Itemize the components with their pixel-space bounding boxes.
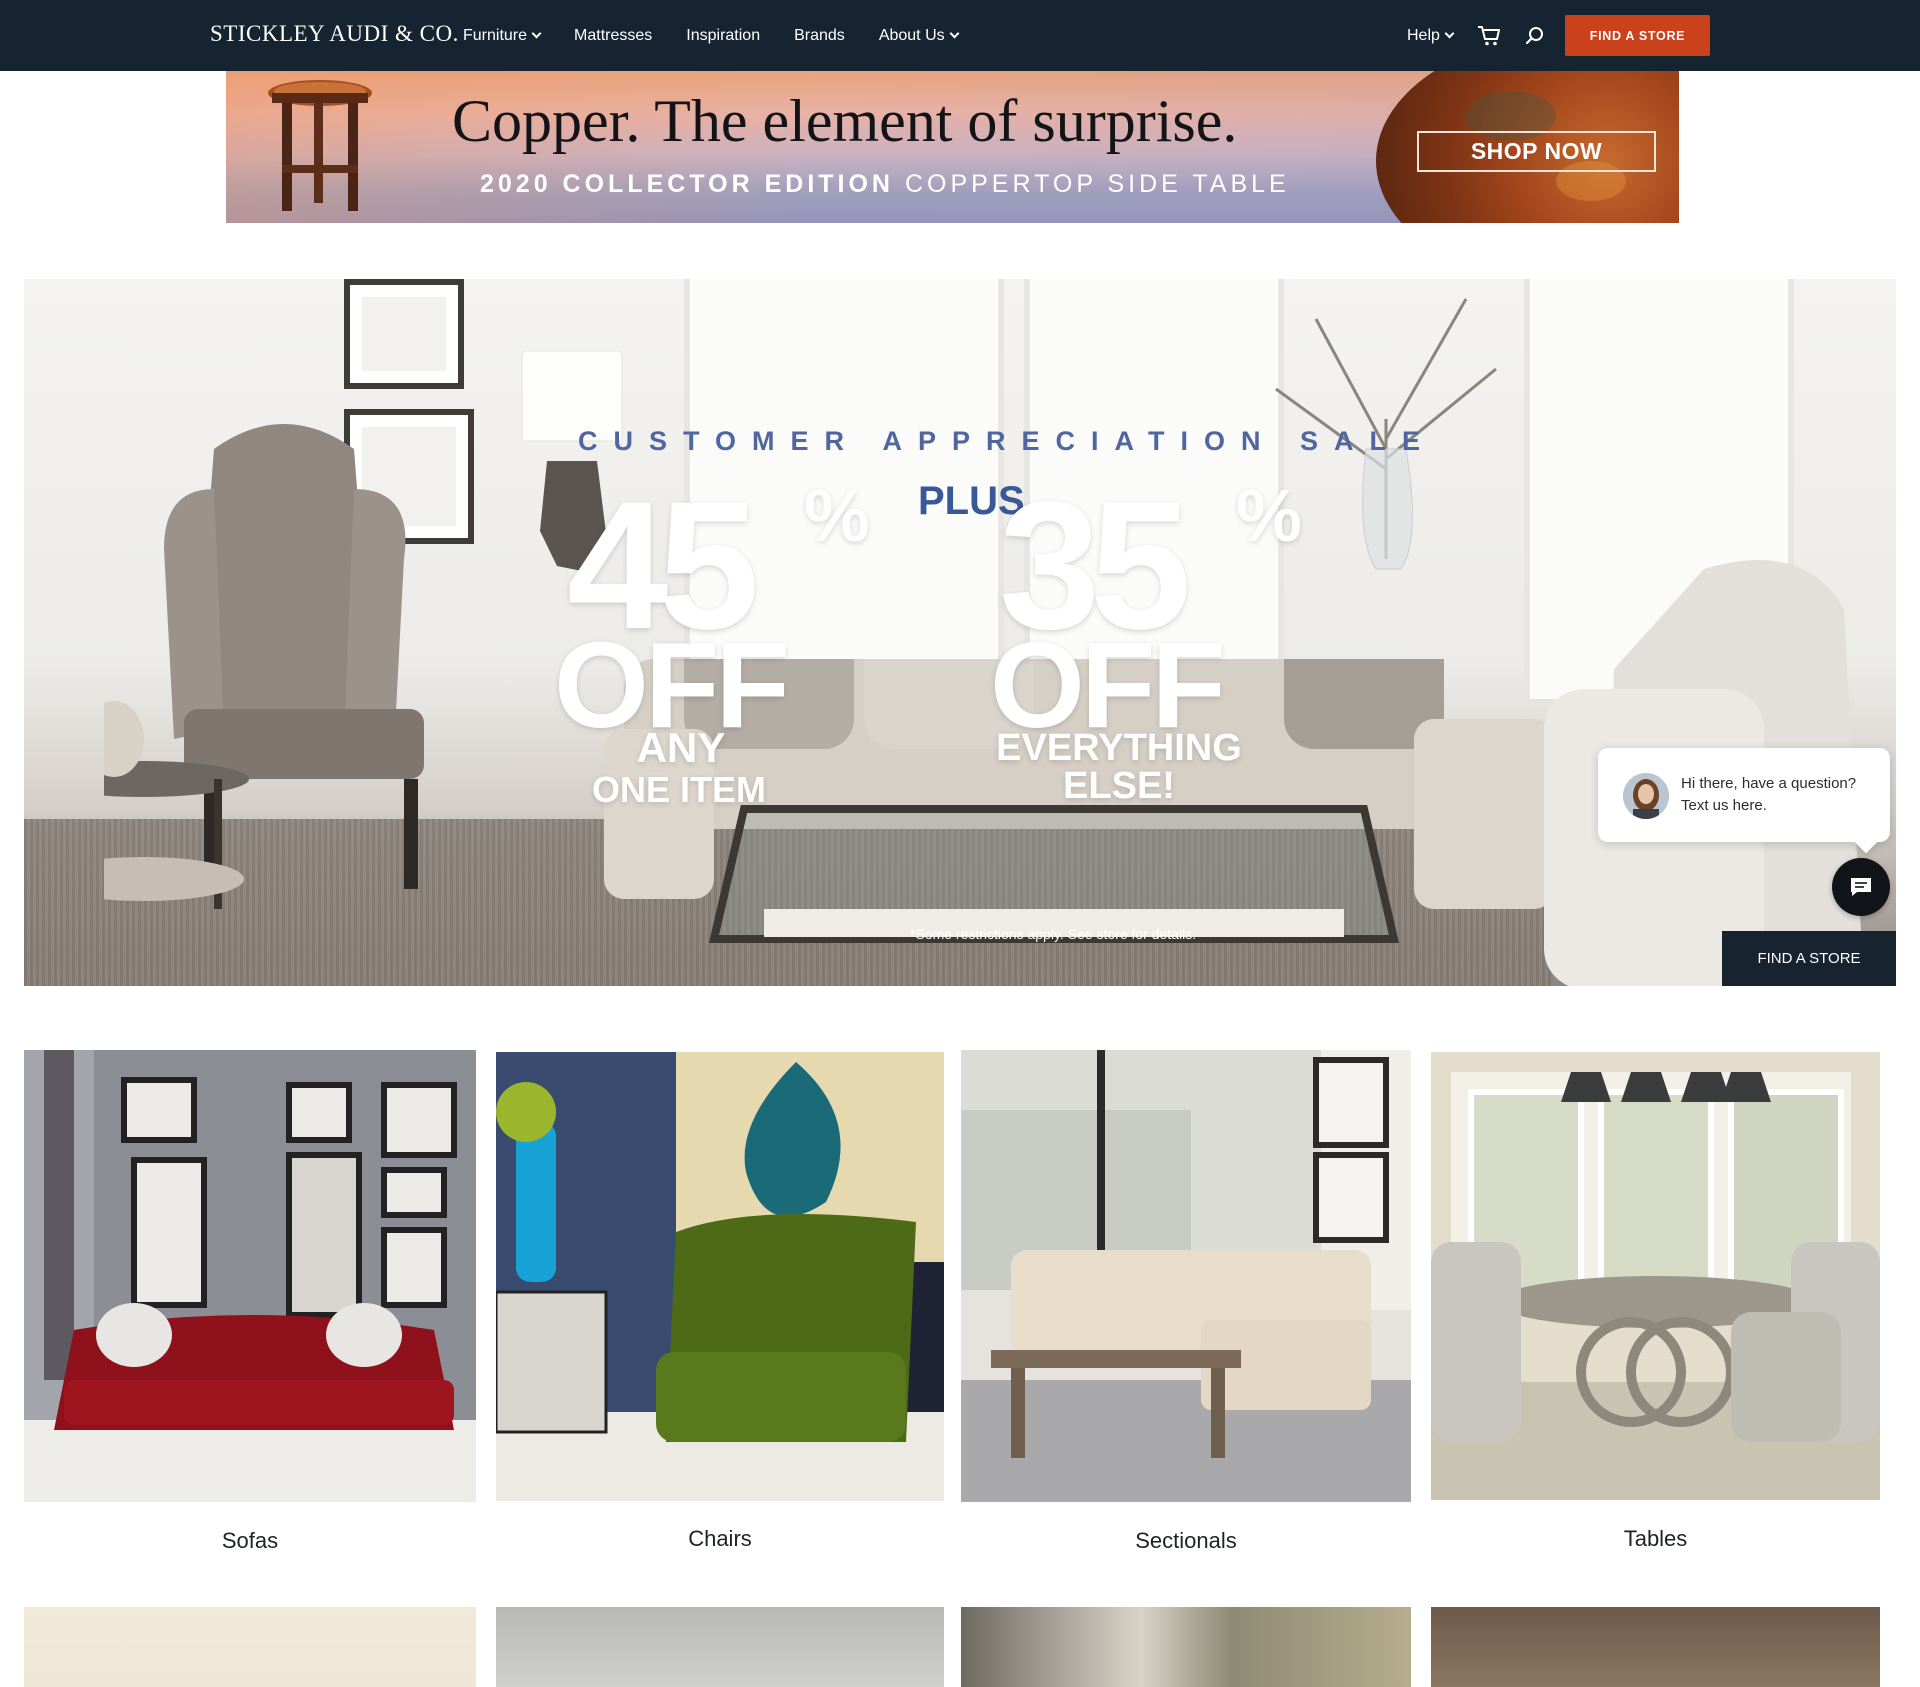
category-image-sectionals <box>961 1050 1411 1502</box>
chat-icon <box>1851 878 1871 896</box>
offer2-line2: ELSE! <box>1063 765 1175 807</box>
category-label: Sofas <box>221 1528 279 1553</box>
category-image-sofas <box>24 1050 476 1502</box>
hero-find-a-store-button[interactable]: FIND A STORE <box>1722 931 1896 986</box>
offer2-line1: EVERYTHING <box>996 727 1242 769</box>
find-a-store-button[interactable]: FIND A STORE <box>1565 15 1710 56</box>
framed-art <box>344 279 464 389</box>
nav-item-furniture[interactable]: Furniture <box>463 26 542 45</box>
offer1-line1: ANY <box>636 724 726 771</box>
category-card-partial[interactable] <box>496 1607 944 1687</box>
top-navigation-bar: STICKLEY AUDI & CO. Furniture Mattresses… <box>0 0 1920 71</box>
search-icon[interactable] <box>1523 24 1547 48</box>
chevron-down-icon <box>1444 28 1455 39</box>
promo-headline: Copper. The element of surprise. <box>452 88 1238 154</box>
nav-item-label: About Us <box>878 26 945 44</box>
nav-item-mattresses[interactable]: Mattresses <box>574 27 652 45</box>
category-label: Chairs <box>688 1526 752 1551</box>
cart-icon[interactable] <box>1477 24 1501 48</box>
category-card-partial[interactable] <box>24 1607 476 1687</box>
offer1-percent-symbol: % <box>804 474 870 557</box>
category-label: Tables <box>1623 1526 1688 1551</box>
nav-item-label: Furniture <box>463 26 528 44</box>
nav-utilities: Help <box>1407 0 1547 71</box>
nav-item-about-us[interactable]: About Us <box>878 26 960 45</box>
main-menu: Furniture Mattresses Inspiration Brands … <box>463 0 960 71</box>
category-card-sectionals[interactable]: Sectionals <box>961 1050 1411 1560</box>
help-menu[interactable]: Help <box>1407 26 1455 45</box>
offer2-percent-symbol: % <box>1236 474 1302 557</box>
hero-sale-banner[interactable]: CUSTOMER APPRECIATION SALE PLUS 45 % OFF… <box>24 279 1896 986</box>
category-image-tables <box>1431 1052 1880 1500</box>
chat-prompt-message: Hi there, have a question? Text us here. <box>1681 775 1857 814</box>
chat-prompt-bubble[interactable]: Hi there, have a question? Text us here. <box>1598 748 1890 854</box>
category-card-partial[interactable] <box>1431 1607 1880 1687</box>
help-label: Help <box>1407 26 1440 44</box>
category-label: Sectionals <box>1135 1528 1237 1553</box>
promo-sub-bold: 2020 COLLECTOR EDITION <box>480 170 894 198</box>
category-card-partial[interactable] <box>961 1607 1411 1687</box>
sale-title: CUSTOMER APPRECIATION SALE <box>578 426 1437 456</box>
category-card-chairs[interactable]: Chairs <box>496 1050 944 1560</box>
sale-disclaimer: *Some restrictions apply. See store for … <box>910 926 1197 942</box>
category-card-sofas[interactable]: Sofas <box>24 1050 476 1560</box>
chevron-down-icon <box>531 28 542 39</box>
promo-subheadline: 2020 COLLECTOR EDITION COPPERTOP SIDE TA… <box>480 170 1290 199</box>
chat-launcher-button[interactable] <box>1832 858 1890 916</box>
category-image-chairs <box>496 1052 944 1501</box>
side-table-image <box>268 80 372 211</box>
site-logo[interactable]: STICKLEY AUDI & CO. <box>210 21 459 47</box>
nav-item-inspiration[interactable]: Inspiration <box>686 27 760 45</box>
nav-item-brands[interactable]: Brands <box>794 27 845 45</box>
wingback-chair <box>104 424 424 909</box>
offer1-line2: ONE ITEM <box>591 769 766 810</box>
chevron-down-icon <box>949 28 960 39</box>
nav-item-label: Brands <box>794 26 845 44</box>
agent-avatar <box>1623 773 1669 819</box>
category-card-tables[interactable]: Tables <box>1431 1050 1880 1560</box>
promo-banner[interactable]: Copper. The element of surprise. 2020 CO… <box>226 71 1679 223</box>
shop-now-button[interactable]: SHOP NOW <box>1417 131 1656 172</box>
nav-item-label: Inspiration <box>686 26 761 44</box>
nav-item-label: Mattresses <box>574 26 653 44</box>
promo-sub-rest: COPPERTOP SIDE TABLE <box>894 170 1290 198</box>
